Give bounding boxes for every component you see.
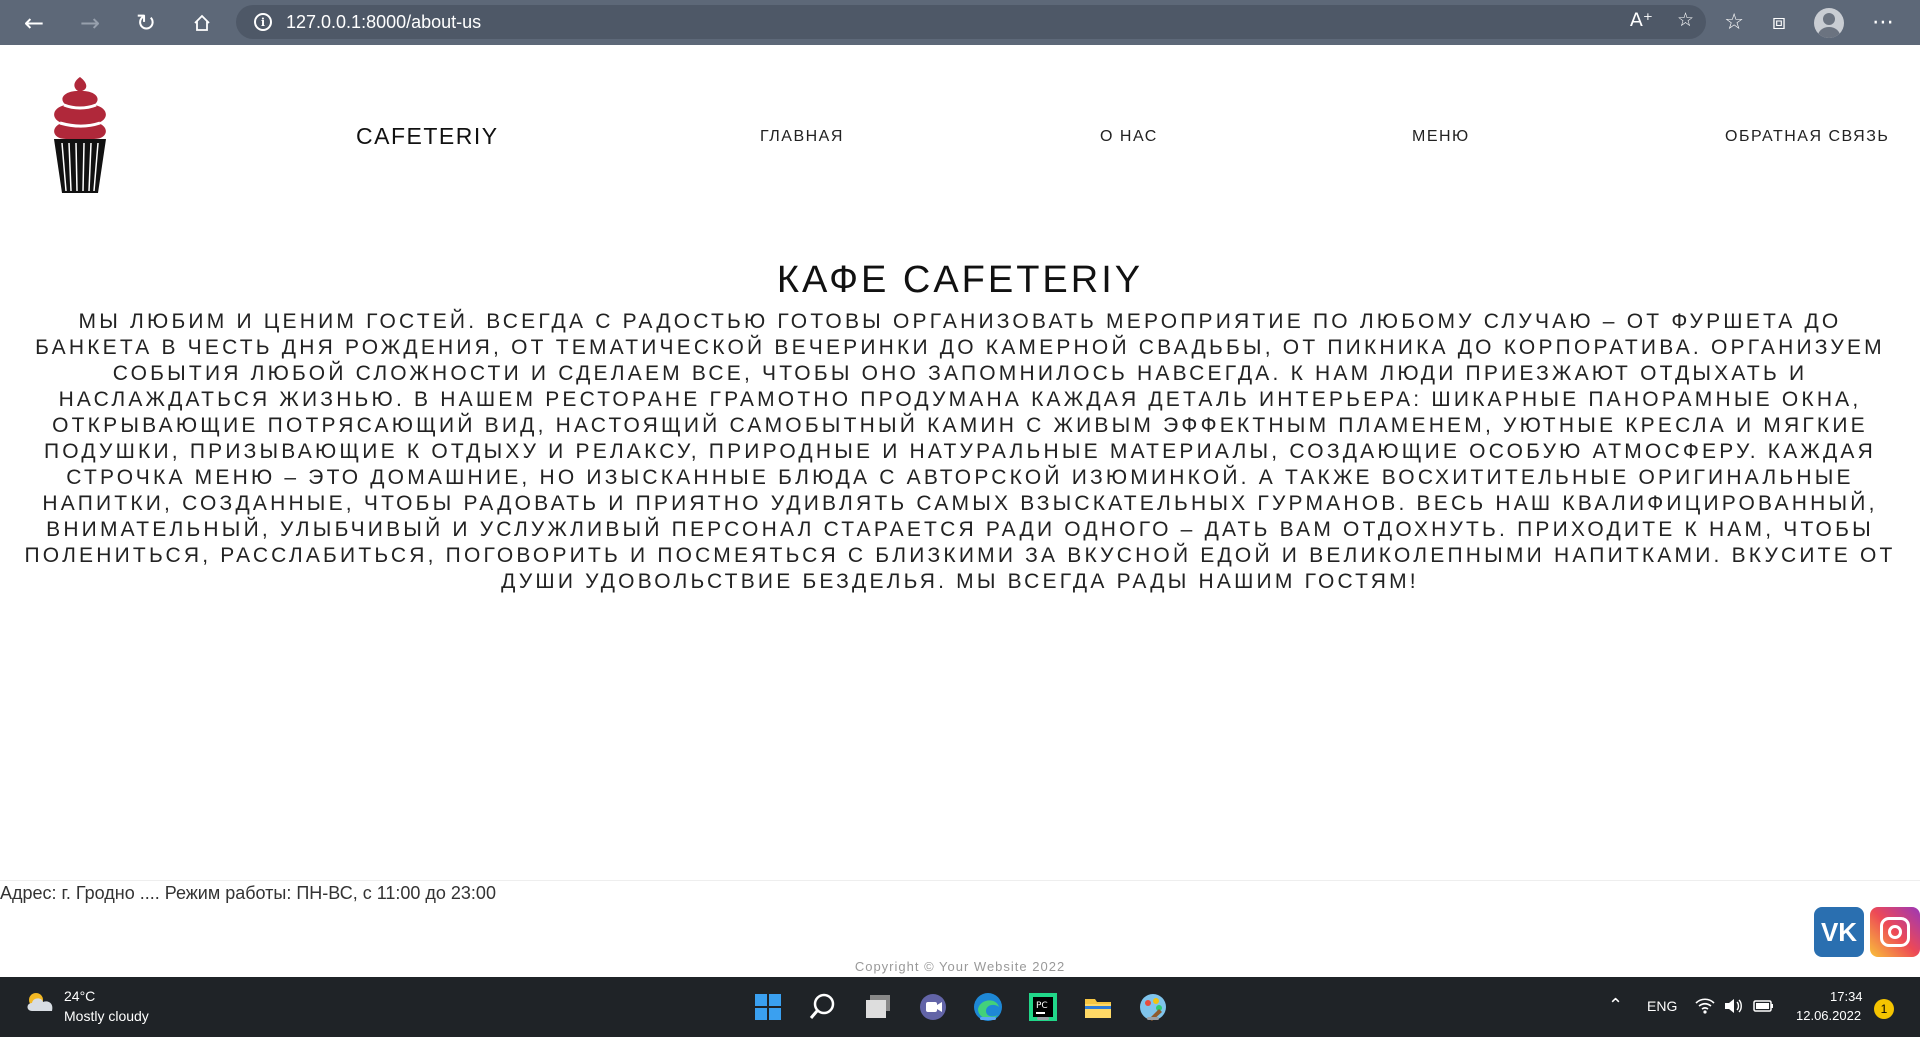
address-bar[interactable]: i 127.0.0.1:8000/about-us A⁺ ☆ xyxy=(236,5,1706,39)
pycharm-icon[interactable]: PC xyxy=(1027,991,1059,1023)
info-icon[interactable]: i xyxy=(254,13,272,31)
main-content: КАФЕ CAFETERIY Мы любим и ценим гостей. … xyxy=(0,255,1920,595)
edge-browser-icon[interactable] xyxy=(972,991,1004,1023)
page-title: КАФЕ CAFETERIY xyxy=(776,259,1144,301)
site-header: CAFETERIY ГЛАВНАЯ О НАС МЕНЮ ОБРАТНАЯ СВ… xyxy=(0,45,1920,235)
file-explorer-icon[interactable] xyxy=(1082,991,1114,1023)
start-menu-icon[interactable] xyxy=(752,991,784,1023)
volume-icon[interactable] xyxy=(1722,995,1744,1017)
url-text[interactable]: 127.0.0.1:8000/about-us xyxy=(286,12,481,33)
taskbar: 24°C Mostly cloudy PC ⌃ ENG 17:34 12.06.… xyxy=(0,977,1920,1037)
profile-avatar[interactable] xyxy=(1814,7,1844,38)
collections-icon[interactable]: ⧈ xyxy=(1772,10,1786,35)
nav-link-feedback[interactable]: ОБРАТНАЯ СВЯЗЬ xyxy=(1725,128,1889,146)
nav-link-home[interactable]: ГЛАВНАЯ xyxy=(760,128,844,146)
favorites-icon[interactable]: ☆ xyxy=(1724,10,1744,35)
chat-icon[interactable] xyxy=(917,991,949,1023)
add-favorite-icon[interactable]: ☆ xyxy=(1677,9,1694,31)
footer-divider xyxy=(0,880,1920,881)
cupcake-logo-icon[interactable] xyxy=(44,75,116,195)
weather-temperature[interactable]: 24°C xyxy=(64,988,95,1004)
wifi-icon[interactable] xyxy=(1694,995,1716,1017)
instagram-icon[interactable] xyxy=(1870,907,1920,957)
copyright-text: Copyright © Your Website 2022 xyxy=(854,959,1066,974)
cloud-sun-icon[interactable] xyxy=(24,991,58,1013)
back-arrow-icon[interactable]: ← xyxy=(12,3,56,43)
battery-icon[interactable] xyxy=(1752,996,1776,1016)
language-indicator[interactable]: ENG xyxy=(1647,998,1677,1014)
browser-toolbar: ← → ↻ i 127.0.0.1:8000/about-us A⁺ ☆ ☆ ⧈… xyxy=(0,0,1920,45)
search-icon[interactable] xyxy=(807,991,839,1023)
chevron-up-icon[interactable]: ⌃ xyxy=(1608,995,1623,1016)
clock-date[interactable]: 12.06.2022 xyxy=(1796,1008,1861,1023)
vk-label: VK xyxy=(1820,916,1858,947)
task-view-icon[interactable] xyxy=(862,991,894,1023)
nav-link-about[interactable]: О НАС xyxy=(1100,128,1158,146)
about-text: Мы любим и ценим гостей. Всегда с радост… xyxy=(24,310,1896,593)
home-icon[interactable] xyxy=(180,3,224,43)
clock-time[interactable]: 17:34 xyxy=(1830,989,1863,1004)
read-aloud-icon[interactable]: A⁺ xyxy=(1630,9,1653,31)
more-menu-icon[interactable]: ⋯ xyxy=(1872,10,1894,35)
refresh-icon[interactable]: ↻ xyxy=(124,3,168,43)
svg-text:PC: PC xyxy=(1036,1001,1048,1011)
vk-icon[interactable]: VK xyxy=(1814,907,1864,957)
brand-name[interactable]: CAFETERIY xyxy=(356,123,499,150)
notification-badge[interactable]: 1 xyxy=(1874,999,1894,1019)
paint-icon[interactable] xyxy=(1137,991,1169,1023)
forward-arrow-icon[interactable]: → xyxy=(68,3,112,43)
nav-link-menu[interactable]: МЕНЮ xyxy=(1412,128,1470,146)
footer-address: Адрес: г. Гродно .... Режим работы: ПН-В… xyxy=(0,883,496,903)
weather-description[interactable]: Mostly cloudy xyxy=(64,1008,149,1024)
